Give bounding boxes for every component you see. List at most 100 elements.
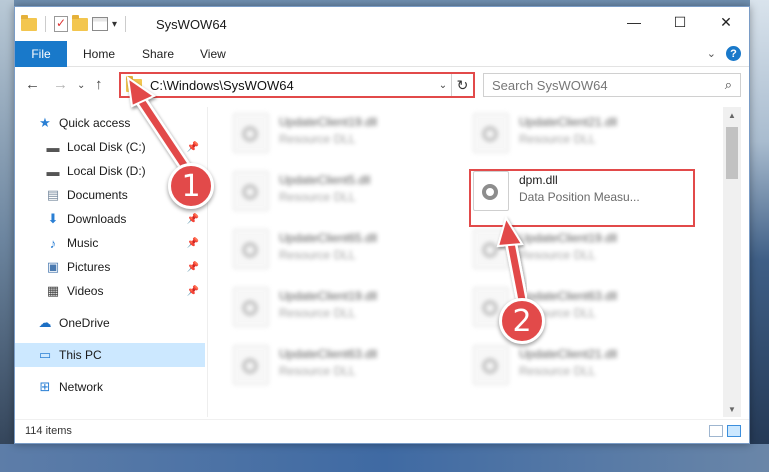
sidebar-item-label: OneDrive xyxy=(59,316,110,330)
file-description: Resource DLL xyxy=(279,132,356,146)
up-arrow-icon[interactable]: ↑ xyxy=(95,76,103,93)
item-count: 114 items xyxy=(25,425,72,437)
sidebar-item-label: Local Disk (C:) xyxy=(67,140,146,154)
desktop-background-bottom xyxy=(0,444,769,472)
pin-icon[interactable]: 📌 xyxy=(187,286,199,297)
properties-check-icon[interactable] xyxy=(54,16,68,32)
details-view-icon[interactable] xyxy=(709,425,723,437)
list-item[interactable]: UpdateClient5.dll Resource DLL xyxy=(233,171,453,221)
file-list: UpdateClient19.dll Resource DLL UpdateCl… xyxy=(215,107,721,417)
sidebar-item-label: Videos xyxy=(67,284,104,298)
folder-icon[interactable] xyxy=(21,14,37,31)
search-placeholder: Search SysWOW64 xyxy=(492,77,608,93)
dll-file-icon xyxy=(233,229,269,269)
address-bar[interactable]: C:\Windows\SysWOW64 ⌄ ↻ xyxy=(119,72,475,98)
pin-icon[interactable]: 📌 xyxy=(187,214,199,225)
dll-file-icon xyxy=(233,345,269,385)
tab-file[interactable]: File xyxy=(15,41,67,67)
file-description: Resource DLL xyxy=(279,306,356,320)
vertical-scrollbar[interactable]: ▲ ▼ xyxy=(723,107,741,417)
file-description: Resource DLL xyxy=(519,364,596,378)
close-button[interactable]: ✕ xyxy=(703,7,749,37)
star-icon: ★ xyxy=(39,115,51,130)
address-dropdown-icon[interactable]: ⌄ xyxy=(435,80,451,91)
sidebar-item-label: This PC xyxy=(59,348,102,362)
pin-icon[interactable]: 📌 xyxy=(187,142,199,153)
sidebar-item-label: Documents xyxy=(67,188,128,202)
drive-icon: ▬ xyxy=(46,163,60,179)
dll-file-icon xyxy=(473,113,509,153)
quick-access-toolbar: ▾ xyxy=(21,14,130,32)
sidebar-item-onedrive[interactable]: ☁ OneDrive xyxy=(15,311,205,335)
scrollbar-thumb[interactable] xyxy=(726,127,738,179)
dll-file-icon xyxy=(233,113,269,153)
sidebar-item-label: Local Disk (D:) xyxy=(67,164,146,178)
list-item[interactable]: UpdateClient19.dll Resource DLL xyxy=(473,229,693,279)
expand-ribbon-chevron-icon[interactable]: ⌄ xyxy=(707,47,716,60)
sidebar-item-music[interactable]: ♪ Music 📌 xyxy=(15,231,205,255)
sidebar-item-local-disk-c[interactable]: ▬ Local Disk (C:) 📌 xyxy=(15,135,205,159)
customize-icon[interactable] xyxy=(92,17,108,31)
minimize-button[interactable]: — xyxy=(611,7,657,37)
sidebar-item-network[interactable]: ⊞ Network xyxy=(15,375,205,399)
file-description: Resource DLL xyxy=(279,248,356,262)
step-badge-2: 2 xyxy=(499,298,545,344)
dll-file-icon xyxy=(233,171,269,211)
list-item[interactable]: UpdateClient63.dll Resource DLL xyxy=(233,345,453,395)
dll-file-icon xyxy=(473,345,509,385)
pane-divider[interactable] xyxy=(207,107,208,417)
documents-icon: ▤ xyxy=(46,187,60,202)
recent-locations-chevron-icon[interactable]: ⌄ xyxy=(77,80,85,91)
list-item[interactable]: UpdateClient21.dll Resource DLL xyxy=(473,113,693,163)
pin-icon[interactable]: 📌 xyxy=(187,262,199,273)
desktop-background-left xyxy=(0,0,14,472)
video-icon: ▦ xyxy=(46,283,60,298)
tab-home[interactable]: Home xyxy=(83,47,115,61)
view-toggle xyxy=(709,425,741,437)
sidebar-item-label: Downloads xyxy=(67,212,127,226)
sidebar-item-this-pc[interactable]: ▭ This PC xyxy=(15,343,205,367)
sidebar-item-videos[interactable]: ▦ Videos 📌 xyxy=(15,279,205,303)
file-description: Resource DLL xyxy=(279,190,356,204)
file-name: UpdateClient63.dll xyxy=(279,347,378,361)
navigation-pane: ★ Quick access ▬ Local Disk (C:) 📌 ▬ Loc… xyxy=(15,107,207,417)
file-description: Resource DLL xyxy=(279,364,356,378)
pin-icon[interactable]: 📌 xyxy=(187,238,199,249)
navigation-bar: ← → ⌄ ↑ C:\Windows\SysWOW64 ⌄ ↻ Search S… xyxy=(15,69,749,101)
search-input[interactable]: Search SysWOW64 ⌕ xyxy=(483,73,741,97)
window-title: SysWOW64 xyxy=(156,17,227,32)
tab-view[interactable]: View xyxy=(200,47,226,61)
drive-icon: ▬ xyxy=(46,139,60,155)
list-item[interactable]: UpdateClient21.dll Resource DLL xyxy=(473,345,693,395)
list-item[interactable]: UpdateClient65.dll Resource DLL xyxy=(233,229,453,279)
maximize-button[interactable]: ☐ xyxy=(657,7,703,37)
back-arrow-icon[interactable]: ← xyxy=(25,76,40,93)
forward-arrow-icon[interactable]: → xyxy=(53,76,68,93)
download-icon: ⬇ xyxy=(47,211,59,226)
sidebar-item-downloads[interactable]: ⬇ Downloads 📌 xyxy=(15,207,205,231)
file-name: UpdateClient21.dll xyxy=(519,347,618,361)
file-name: UpdateClient21.dll xyxy=(519,115,618,129)
new-folder-icon[interactable] xyxy=(72,14,88,31)
scroll-up-arrow-icon[interactable]: ▲ xyxy=(723,107,741,123)
refresh-icon[interactable]: ↻ xyxy=(451,74,473,96)
pictures-icon: ▣ xyxy=(46,259,60,274)
list-item[interactable]: UpdateClient19.dll Resource DLL xyxy=(233,287,453,337)
music-icon: ♪ xyxy=(49,235,57,251)
sidebar-item-label: Quick access xyxy=(59,116,131,130)
file-name: UpdateClient5.dll xyxy=(279,173,371,187)
file-name: UpdateClient19.dll xyxy=(519,231,618,245)
search-icon[interactable]: ⌕ xyxy=(725,77,732,93)
list-item[interactable]: UpdateClient19.dll Resource DLL xyxy=(233,113,453,163)
file-name: UpdateClient19.dll xyxy=(279,115,378,129)
tiles-view-icon[interactable] xyxy=(727,425,741,437)
qat-dropdown-icon[interactable]: ▾ xyxy=(112,19,117,30)
help-icon[interactable]: ? xyxy=(726,46,741,61)
address-path[interactable]: C:\Windows\SysWOW64 xyxy=(150,78,435,93)
sidebar-item-quick-access[interactable]: ★ Quick access xyxy=(15,111,205,135)
sidebar-item-pictures[interactable]: ▣ Pictures 📌 xyxy=(15,255,205,279)
scroll-down-arrow-icon[interactable]: ▼ xyxy=(723,401,741,417)
desktop-background-right xyxy=(750,0,769,472)
tab-share[interactable]: Share xyxy=(142,47,174,61)
sidebar-item-label: Network xyxy=(59,380,104,394)
